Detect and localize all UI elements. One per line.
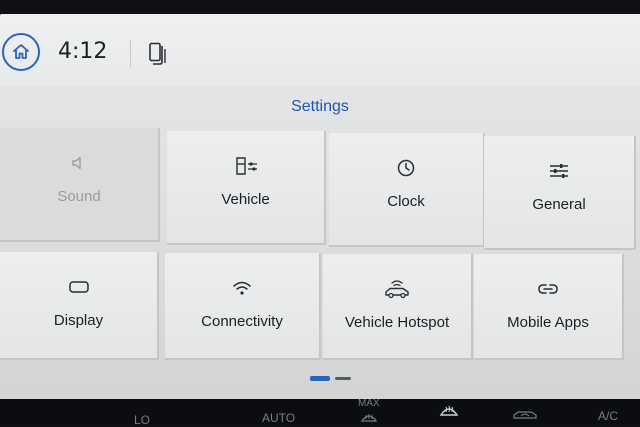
tile-vehicle-hotspot[interactable]: Vehicle Hotspot [323,254,473,360]
phone-stack-icon [149,42,166,65]
tile-general[interactable]: General [484,136,636,250]
tile-label: Vehicle Hotspot [344,314,450,331]
tile-clock[interactable]: Clock [329,133,485,247]
wifi-icon [233,281,251,295]
tile-label: Display [53,312,104,329]
page-indicator-inactive[interactable] [335,377,351,380]
link-icon [538,284,558,294]
tile-label: Connectivity [201,313,283,330]
max-defrost-label[interactable]: MAX [358,398,380,409]
home-button[interactable] [2,33,40,71]
tile-vehicle[interactable]: Vehicle [167,131,326,245]
climate-control-strip: LO AUTO MAX A/C [0,398,640,427]
display-icon [68,281,89,293]
speaker-icon [72,156,81,170]
tile-label: Sound [57,188,101,205]
phone-projection-button[interactable] [146,40,170,68]
tile-label: Mobile Apps [507,314,589,331]
status-divider [130,40,131,68]
page-indicator-active[interactable] [310,376,330,381]
tile-sound[interactable]: Sound [0,128,160,242]
recirculation-icon[interactable] [512,407,538,424]
sliders-icon [550,164,568,178]
settings-screen: 4:12 Settings Sound Vehicle Clock Genera… [0,14,640,399]
tile-connectivity[interactable]: Connectivity [165,253,321,360]
vehicle-settings-icon [235,157,257,175]
tile-display[interactable]: Display [0,252,159,360]
heated-windshield-icon[interactable] [438,401,460,424]
tile-label: Vehicle [221,191,270,208]
tile-label: General [532,196,586,213]
tile-mobile-apps[interactable]: Mobile Apps [474,254,624,360]
clock-icon [397,159,415,177]
tile-label: Clock [387,193,425,210]
status-bar: 4:12 [0,14,640,86]
home-icon [13,44,29,59]
auto-button[interactable]: AUTO [262,411,295,425]
page-title: Settings [291,98,349,115]
front-defrost-icon[interactable] [360,409,378,426]
ac-button[interactable]: A/C [598,409,618,423]
car-wifi-icon [385,280,409,299]
status-time: 4:12 [58,39,108,64]
